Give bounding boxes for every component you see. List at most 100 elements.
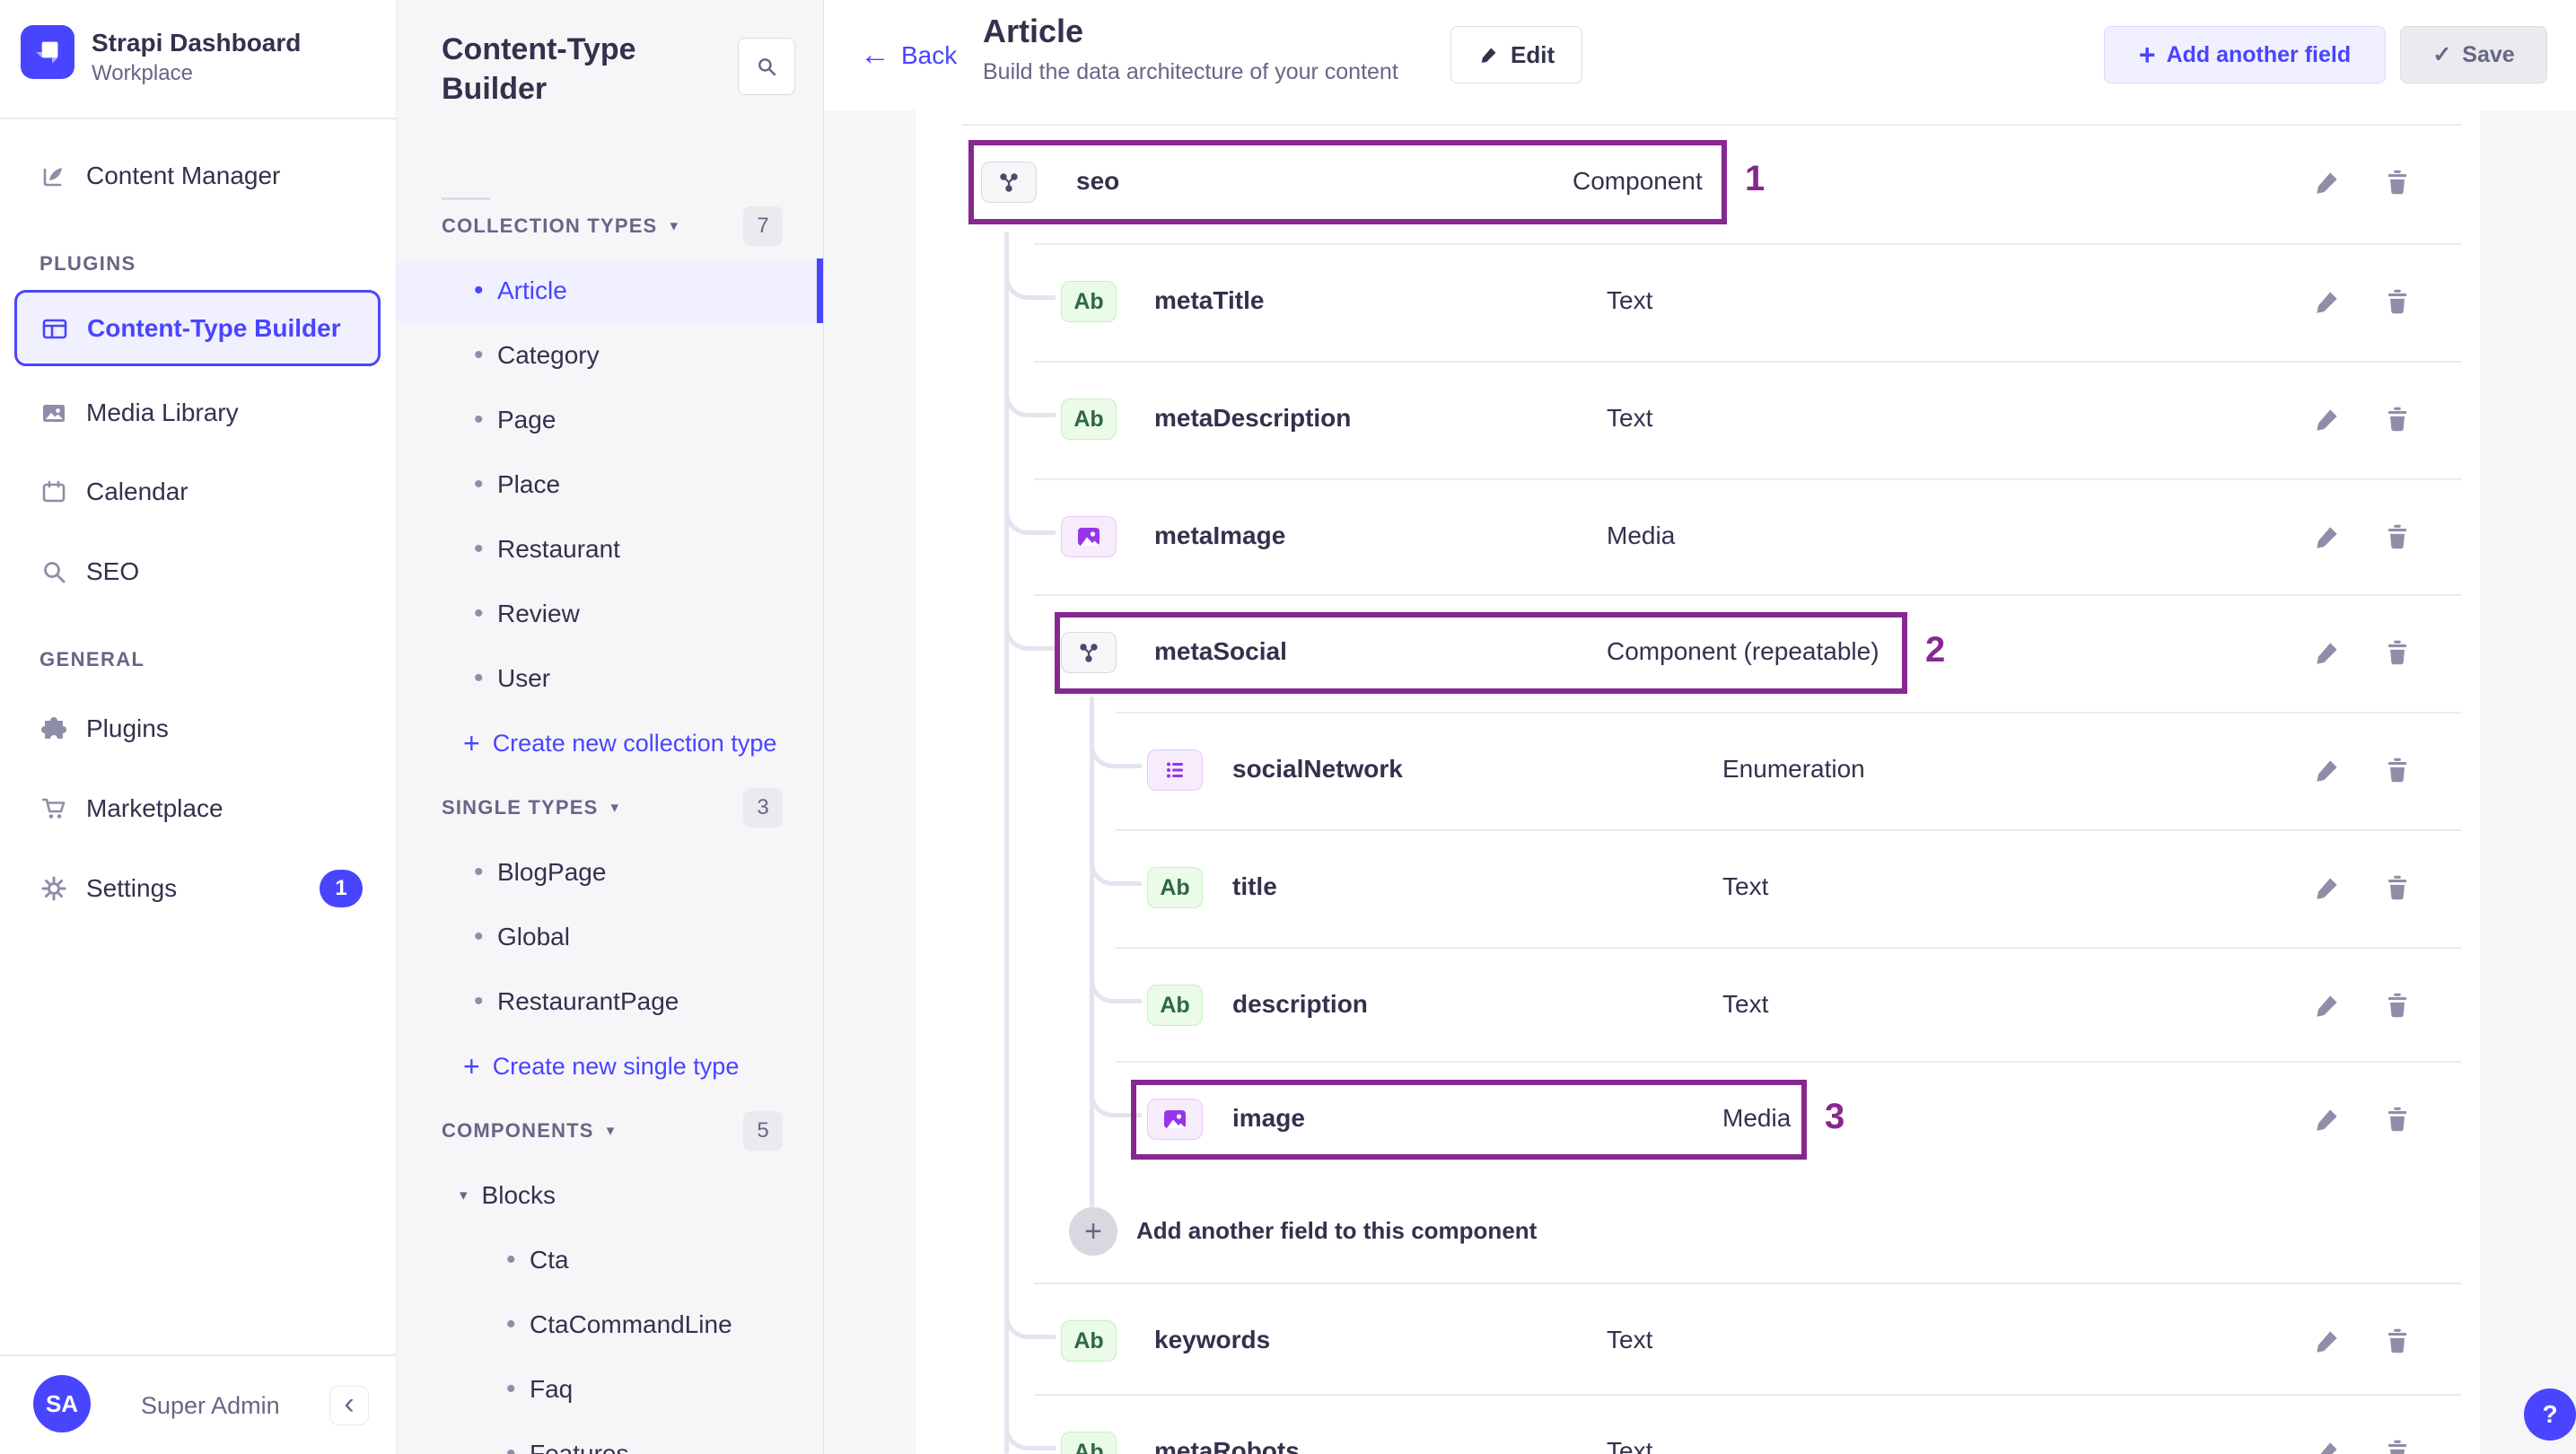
- row-divider: [1116, 947, 2461, 949]
- subnav-item-global[interactable]: • Global: [397, 905, 823, 969]
- sidebar-item-label: Content-Type Builder: [87, 313, 341, 342]
- field-name: metaDescription: [1154, 404, 1352, 432]
- save-button[interactable]: ✓ Save: [2400, 26, 2547, 83]
- component-group-blocks[interactable]: ▾ Blocks: [397, 1163, 823, 1228]
- subnav-item-restaurantpage[interactable]: • RestaurantPage: [397, 969, 823, 1034]
- delete-field-button[interactable]: [2382, 1104, 2413, 1134]
- edit-field-button[interactable]: [2312, 1437, 2343, 1454]
- page-header: ← Back Article Build the data architectu…: [824, 0, 2576, 110]
- plus-icon: +: [2138, 38, 2156, 71]
- subnav-section-header-components[interactable]: COMPONENTS ▾ 5: [397, 1099, 823, 1163]
- add-another-field-button[interactable]: + Add another field: [2104, 26, 2386, 83]
- edit-field-button[interactable]: [2312, 872, 2343, 903]
- subnav-search-button[interactable]: [738, 38, 795, 95]
- item-label: Faq: [530, 1375, 574, 1403]
- sidebar-item-calendar[interactable]: Calendar: [0, 456, 397, 528]
- page-title: Article: [983, 13, 1084, 49]
- add-field-to-component-label[interactable]: Add another field to this component: [1136, 1217, 1537, 1245]
- delete-field-button[interactable]: [2382, 755, 2413, 785]
- divider: [0, 118, 397, 119]
- subnav-item-place[interactable]: • Place: [397, 452, 823, 517]
- sidebar-item-content-type-builder[interactable]: Content-Type Builder: [14, 290, 381, 366]
- delete-field-button[interactable]: [2382, 872, 2413, 903]
- sidebar-item-content-manager[interactable]: Content Manager: [0, 140, 397, 212]
- edit-field-button[interactable]: [2312, 404, 2343, 434]
- create-new-single-type-link[interactable]: + Create new single type: [397, 1034, 823, 1099]
- delete-field-button[interactable]: [2382, 404, 2413, 434]
- annotation-box: [968, 140, 1727, 224]
- subnav-item-category[interactable]: • Category: [397, 323, 823, 388]
- text-field-icon: Ab: [1061, 281, 1117, 322]
- delete-field-button[interactable]: [2382, 990, 2413, 1020]
- subnav-item-faq[interactable]: • Faq: [397, 1357, 823, 1422]
- field-name: metaTitle: [1154, 286, 1265, 314]
- chevron-down-icon[interactable]: ▾: [670, 217, 678, 235]
- edit-field-button[interactable]: [2312, 167, 2343, 197]
- subnav-item-page[interactable]: • Page: [397, 388, 823, 452]
- bullet-icon: •: [474, 469, 484, 499]
- subnav-item-user[interactable]: • User: [397, 646, 823, 711]
- plus-icon: +: [463, 1049, 480, 1082]
- sidebar-item-marketplace[interactable]: Marketplace: [0, 773, 397, 845]
- edit-field-button[interactable]: [2312, 1326, 2343, 1356]
- image-icon: [43, 405, 65, 422]
- delete-field-button[interactable]: [2382, 1437, 2413, 1454]
- delete-field-button[interactable]: [2382, 167, 2413, 197]
- field-name: keywords: [1154, 1326, 1271, 1353]
- chevron-down-icon[interactable]: ▾: [611, 799, 619, 817]
- create-new-collection-type-link[interactable]: + Create new collection type: [397, 711, 823, 775]
- edit-field-button[interactable]: [2312, 521, 2343, 552]
- pencil-icon: [1481, 48, 1496, 63]
- subnav-item-article[interactable]: • Article: [397, 258, 823, 323]
- subnav-item-blogpage[interactable]: • BlogPage: [397, 840, 823, 905]
- edit-field-button[interactable]: [2312, 286, 2343, 317]
- chevron-down-icon[interactable]: ▾: [607, 1122, 615, 1140]
- action-label: Create new single type: [492, 1052, 740, 1080]
- subnav-item-restaurant[interactable]: • Restaurant: [397, 517, 823, 582]
- action-label: Create new collection type: [492, 729, 777, 757]
- field-name: description: [1232, 990, 1368, 1018]
- avatar[interactable]: SA: [33, 1375, 91, 1432]
- puzzle-icon: [41, 717, 66, 739]
- collapse-sidebar-button[interactable]: ‹: [329, 1386, 369, 1425]
- subnav-section-header-collection-types[interactable]: COLLECTION TYPES ▾ 7: [397, 194, 823, 258]
- delete-field-button[interactable]: [2382, 521, 2413, 552]
- chevron-down-icon[interactable]: ▾: [460, 1187, 468, 1204]
- sidebar-item-media-library[interactable]: Media Library: [0, 377, 397, 449]
- edit-field-button[interactable]: [2312, 755, 2343, 785]
- annotation-box: [1055, 612, 1907, 694]
- subnav-section-header-single-types[interactable]: SINGLE TYPES ▾ 3: [397, 775, 823, 840]
- item-label: Cta: [530, 1246, 569, 1274]
- field-type: Text: [1722, 990, 1769, 1018]
- strapi-logo-icon[interactable]: [21, 25, 74, 79]
- tree-elbow: [1090, 719, 1142, 768]
- delete-field-button[interactable]: [2382, 1326, 2413, 1356]
- delete-field-button[interactable]: [2382, 286, 2413, 317]
- subnav-item-ctacommandline[interactable]: • CtaCommandLine: [397, 1292, 823, 1357]
- subnav-item-review[interactable]: • Review: [397, 582, 823, 646]
- help-button[interactable]: ?: [2524, 1388, 2576, 1441]
- field-type: Text: [1722, 872, 1769, 900]
- gear-icon: [41, 876, 66, 901]
- tree-elbow: [1004, 250, 1056, 300]
- pen-feather-icon: [43, 168, 62, 187]
- add-field-to-component-button[interactable]: +: [1069, 1207, 1117, 1256]
- field-name: metaRobots: [1154, 1437, 1300, 1454]
- main-sidebar: Strapi Dashboard Workplace Content Manag…: [0, 0, 397, 1454]
- row-divider: [1034, 478, 2461, 480]
- edit-button[interactable]: Edit: [1450, 26, 1583, 83]
- tree-line: [1004, 232, 1009, 1454]
- edit-field-button[interactable]: [2312, 1104, 2343, 1134]
- sidebar-item-plugins[interactable]: Plugins: [0, 693, 397, 765]
- subnav-item-features[interactable]: • Features: [397, 1422, 823, 1454]
- edit-field-button[interactable]: [2312, 990, 2343, 1020]
- tree-elbow: [1004, 1290, 1056, 1339]
- sidebar-item-seo[interactable]: SEO: [0, 536, 397, 608]
- subnav-item-cta[interactable]: • Cta: [397, 1228, 823, 1292]
- back-link[interactable]: ← Back: [860, 0, 957, 110]
- group-label: Blocks: [481, 1181, 556, 1209]
- tree-elbow: [1090, 836, 1142, 886]
- edit-field-button[interactable]: [2312, 637, 2343, 668]
- sidebar-item-label: Content Manager: [86, 162, 281, 189]
- delete-field-button[interactable]: [2382, 637, 2413, 668]
